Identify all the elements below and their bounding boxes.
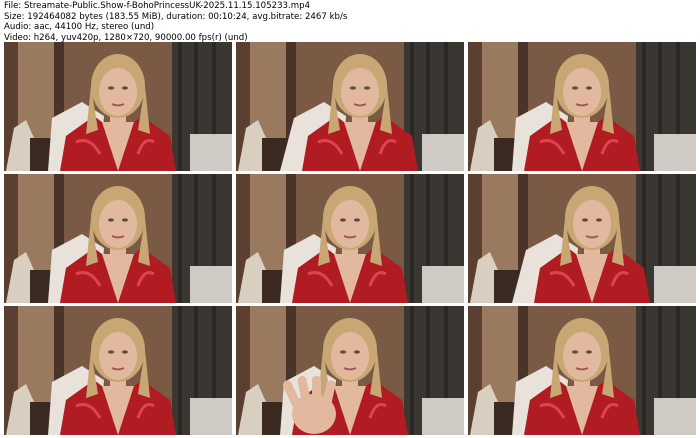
thumbnail-frame-2[interactable] [236, 42, 464, 171]
face [99, 68, 137, 116]
face [331, 200, 369, 248]
thumbnail-grid [4, 42, 696, 435]
video-frame-image [4, 306, 232, 435]
video-frame-image [4, 42, 232, 171]
radiator [422, 134, 464, 171]
video-frame-image [236, 306, 464, 435]
face [563, 332, 601, 380]
face [99, 200, 137, 248]
video-frame-image [236, 174, 464, 303]
radiator [190, 266, 232, 303]
radiator [190, 398, 232, 435]
thumbnail-frame-8[interactable] [236, 306, 464, 435]
file-info-header: File: Streamate-Public.Show-f-BohoPrince… [4, 1, 347, 43]
radiator [654, 398, 696, 435]
thumbnail-frame-1[interactable] [4, 42, 232, 171]
thumbnail-frame-4[interactable] [4, 174, 232, 303]
video-frame-image [468, 42, 696, 171]
face [99, 332, 137, 380]
face [331, 332, 369, 380]
thumbnail-frame-7[interactable] [4, 306, 232, 435]
face [573, 200, 611, 248]
radiator [190, 134, 232, 171]
face [341, 68, 379, 116]
video-frame-image [236, 42, 464, 171]
video-frame-image [468, 174, 696, 303]
radiator [422, 398, 464, 435]
thumbnail-frame-5[interactable] [236, 174, 464, 303]
file-size-line: Size: 192464082 bytes (183.55 MiB), dura… [4, 11, 348, 22]
thumbnail-frame-3[interactable] [468, 42, 696, 171]
radiator [654, 266, 696, 303]
video-frame-image [468, 306, 696, 435]
thumbnail-frame-6[interactable] [468, 174, 696, 303]
radiator [654, 134, 696, 171]
file-name-line: File: Streamate-Public.Show-f-BohoPrince… [4, 1, 311, 11]
face [563, 68, 601, 116]
thumbnail-frame-9[interactable] [468, 306, 696, 435]
radiator [422, 266, 464, 303]
audio-info-line: Audio: aac, 44100 Hz, stereo (und) [4, 22, 155, 33]
video-frame-image [4, 174, 232, 303]
